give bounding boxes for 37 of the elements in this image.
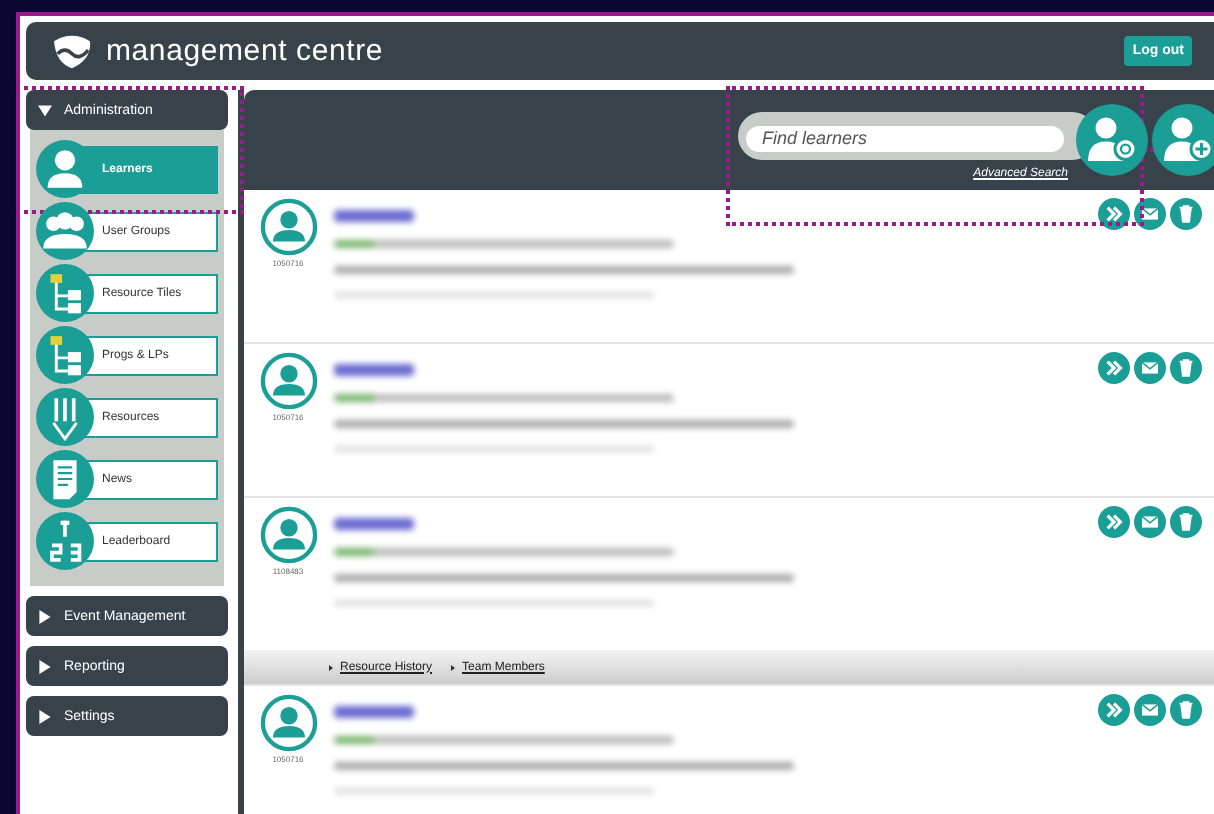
blurred-text [334, 364, 414, 376]
chevrons-icon[interactable] [1098, 352, 1130, 384]
search-field[interactable]: Find learners [746, 125, 1064, 151]
tree-icon [36, 326, 94, 384]
blurred-text [334, 706, 414, 718]
mail-icon[interactable] [1134, 694, 1166, 726]
avatar-icon [259, 506, 317, 564]
chevrons-icon[interactable] [1098, 506, 1130, 538]
collapse-icon [38, 103, 52, 117]
blurred-text [334, 210, 414, 222]
blurred-text [334, 518, 414, 530]
trash-icon[interactable] [1170, 352, 1202, 384]
avatar-icon [259, 694, 317, 752]
expand-icon [328, 663, 334, 671]
logo-icon [50, 33, 94, 69]
search-learner-button[interactable] [1076, 104, 1148, 176]
mail-icon[interactable] [1134, 506, 1166, 538]
chevrons-icon[interactable] [1098, 694, 1130, 726]
expand-icon [38, 659, 52, 673]
mail-icon[interactable] [1134, 198, 1166, 230]
mail-icon[interactable] [1134, 352, 1166, 384]
document-icon [36, 450, 94, 508]
trash-icon[interactable] [1170, 506, 1202, 538]
add-learner-button[interactable] [1152, 104, 1214, 176]
app-title: management centre [106, 34, 386, 68]
expand-icon [38, 709, 52, 723]
numbers-icon [36, 512, 94, 570]
chevrons-icon[interactable] [1098, 198, 1130, 230]
trash-icon[interactable] [1170, 198, 1202, 230]
expand-icon [450, 663, 457, 671]
tree-icon [36, 264, 94, 322]
avatar-icon [259, 198, 317, 256]
group-icon [36, 202, 94, 260]
trash-icon[interactable] [1170, 694, 1202, 726]
pencil-icon [36, 388, 94, 446]
expand-icon [38, 609, 52, 623]
avatar-icon [259, 352, 317, 410]
